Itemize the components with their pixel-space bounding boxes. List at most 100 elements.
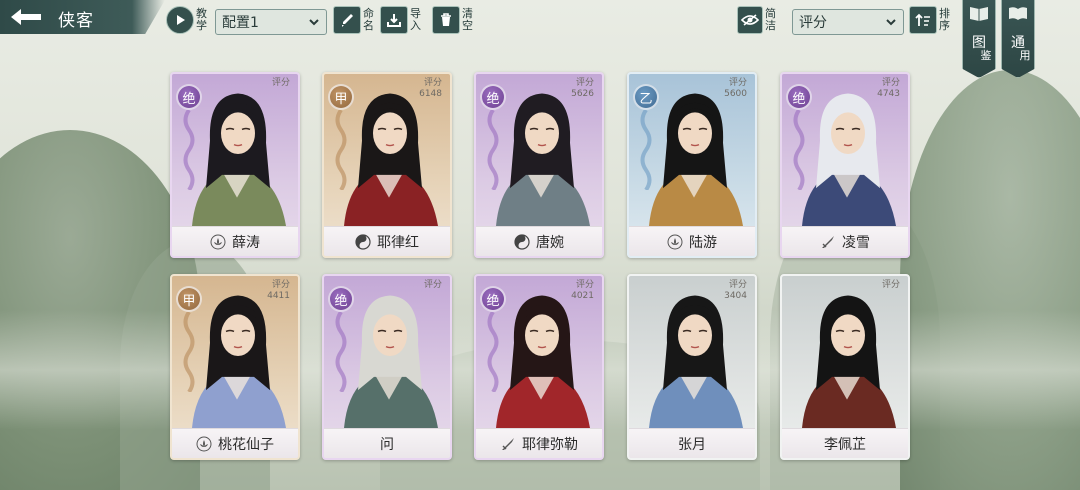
- score-label: 评分: [423, 78, 442, 88]
- common-label-1: 通: [1011, 35, 1025, 51]
- back-arrow-icon: [11, 9, 41, 25]
- score-label: 评分: [575, 78, 594, 88]
- page-title: 侠客: [58, 11, 94, 31]
- top-bar: 侠客 教学 配置1 命名 导入 清空 简洁 评分 排序 图 鉴 通 用: [0, 0, 1080, 78]
- grade-badge: 绝: [176, 84, 202, 110]
- score-label: 评分: [728, 78, 747, 88]
- grade-ribbon: [637, 108, 655, 192]
- grade-badge: 绝: [480, 84, 506, 110]
- back-button[interactable]: [6, 4, 46, 30]
- brush-icon: [342, 14, 353, 27]
- score-block: 评分: [882, 280, 900, 291]
- hero-card[interactable]: 评分李佩芷: [780, 274, 910, 460]
- score-value: 4021: [571, 291, 594, 301]
- trash-icon: [441, 13, 451, 26]
- hero-name: 李佩芷: [824, 436, 866, 453]
- score-value: 5626: [571, 89, 594, 99]
- grade-ribbon: [484, 310, 502, 394]
- sword-icon: [822, 235, 834, 248]
- grade-badge: 乙: [633, 84, 659, 110]
- score-label: 评分: [271, 280, 290, 290]
- chevron-down-icon: [309, 19, 319, 26]
- score-label: 评分: [423, 280, 442, 290]
- import-button[interactable]: 导入: [380, 6, 422, 34]
- open-book-icon: [1009, 7, 1027, 20]
- name-bar: 李佩芷: [782, 428, 908, 458]
- score-label: 评分: [728, 280, 747, 290]
- chevron-down-icon: [886, 19, 896, 26]
- sort-select[interactable]: 评分: [792, 9, 904, 35]
- gallery-label-2: 鉴: [980, 49, 992, 62]
- hero-card[interactable]: 甲 评分 6148 耶律红: [322, 72, 452, 258]
- play-icon: [177, 15, 185, 25]
- name-bar: 唐婉: [476, 226, 602, 256]
- order-button[interactable]: 排序: [909, 6, 951, 34]
- score-value: 4411: [267, 291, 290, 301]
- clear-button[interactable]: 清空: [432, 6, 474, 34]
- config-select[interactable]: 配置1: [215, 9, 327, 35]
- score-label: 评分: [881, 78, 900, 88]
- simple-view-toggle[interactable]: 简洁: [737, 6, 777, 34]
- tutorial-button[interactable]: 教学: [166, 6, 208, 34]
- score-block: 评分 6148: [419, 78, 442, 100]
- swirl-icon: [514, 233, 530, 250]
- clear-label: 清空: [462, 7, 473, 32]
- name-bar: 问: [324, 428, 450, 458]
- simple-label: 简洁: [765, 7, 776, 32]
- sort-value: 评分: [799, 15, 827, 31]
- grade-ribbon: [484, 108, 502, 192]
- hero-card[interactable]: 甲 评分 4411 桃花仙子: [170, 274, 300, 460]
- lotus-icon: [667, 234, 683, 249]
- hero-portrait: [639, 286, 749, 428]
- import-icon: [387, 14, 401, 27]
- name-bar: 陆游: [629, 226, 755, 256]
- score-value: 5600: [724, 89, 747, 99]
- rename-button[interactable]: 命名: [333, 6, 375, 34]
- book-icon: [970, 7, 988, 21]
- config-value: 配置1: [222, 15, 259, 31]
- score-block: 评分: [272, 78, 290, 89]
- grade-ribbon: [332, 108, 350, 192]
- hero-card[interactable]: 乙 评分 5600 陆游: [627, 72, 757, 258]
- hero-portrait: [792, 286, 902, 428]
- swirl-icon: [355, 233, 371, 250]
- hero-card[interactable]: 绝 评分薛涛: [170, 72, 300, 258]
- common-label-2: 用: [1019, 49, 1031, 62]
- hero-card[interactable]: 评分 3404 张月: [627, 274, 757, 460]
- score-block: 评分: [424, 280, 442, 291]
- hero-name: 凌雪: [842, 234, 870, 251]
- grade-badge: 绝: [786, 84, 812, 110]
- order-label: 排序: [939, 7, 950, 32]
- hero-card[interactable]: 绝 评分 4743 凌雪: [780, 72, 910, 258]
- name-bar: 桃花仙子: [172, 428, 298, 458]
- score-value: 3404: [724, 291, 747, 301]
- eye-hidden-icon: [741, 14, 759, 26]
- sword-icon: [502, 437, 514, 450]
- hero-name: 陆游: [689, 234, 717, 251]
- rename-label: 命名: [363, 7, 374, 32]
- grade-badge: 甲: [176, 286, 202, 312]
- grade-ribbon: [332, 310, 350, 394]
- name-bar: 耶律弥勒: [476, 428, 602, 458]
- lotus-icon: [210, 234, 226, 249]
- name-bar: 凌雪: [782, 226, 908, 256]
- hero-card[interactable]: 绝 评分 5626 唐婉: [474, 72, 604, 258]
- score-label: 评分: [881, 280, 900, 290]
- common-tab[interactable]: 通 用: [1001, 0, 1035, 78]
- score-block: 评分 3404: [724, 280, 747, 302]
- score-block: 评分 5600: [724, 78, 747, 100]
- lotus-icon: [196, 436, 212, 451]
- grade-badge: 绝: [328, 286, 354, 312]
- hero-name: 问: [380, 436, 394, 453]
- gallery-label-1: 图: [972, 35, 986, 51]
- score-block: 评分 4021: [571, 280, 594, 302]
- gallery-tab[interactable]: 图 鉴: [962, 0, 996, 78]
- hero-name: 薛涛: [232, 234, 260, 251]
- hero-card[interactable]: 绝 评分问: [322, 274, 452, 460]
- score-label: 评分: [575, 280, 594, 290]
- score-block: 评分 4411: [267, 280, 290, 302]
- tutorial-label: 教学: [196, 7, 207, 32]
- hero-card[interactable]: 绝 评分 4021 耶律弥勒: [474, 274, 604, 460]
- score-block: 评分 4743: [877, 78, 900, 100]
- sort-order-icon: [915, 13, 930, 26]
